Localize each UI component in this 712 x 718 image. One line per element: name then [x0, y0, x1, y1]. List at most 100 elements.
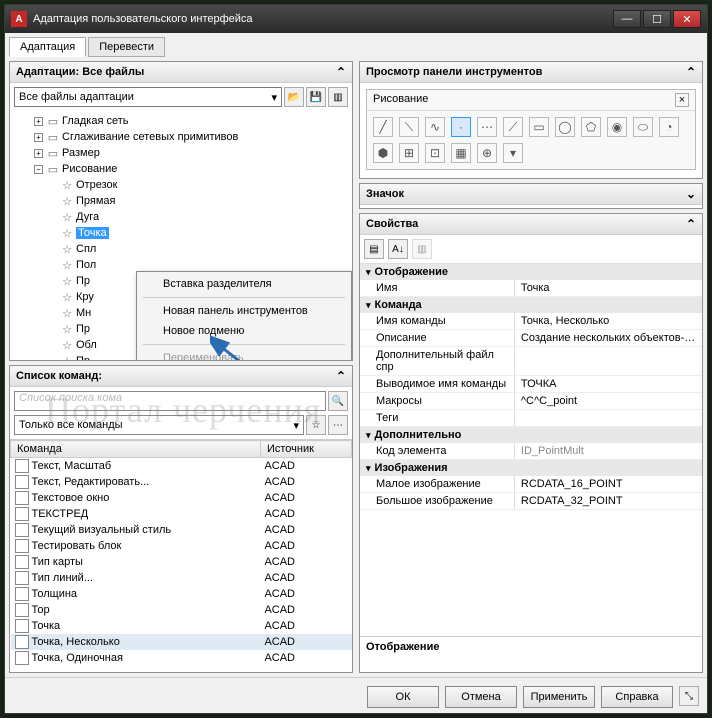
prop-category-images[interactable]: ▾Изображения — [360, 460, 702, 476]
tree-item[interactable]: Прямая — [76, 195, 116, 207]
tree-item[interactable]: Пр — [76, 355, 90, 360]
command-row[interactable]: ТЕКСТРЕДACAD — [11, 506, 352, 522]
categorized-button[interactable]: ▤ — [364, 239, 384, 259]
tool-icon[interactable]: ∿ — [425, 117, 445, 137]
prop-value[interactable] — [514, 347, 702, 375]
tree-item[interactable]: Отрезок — [76, 179, 117, 191]
tool-icon[interactable]: ⟍ — [399, 117, 419, 137]
prop-value[interactable]: RCDATA_32_POINT — [514, 493, 702, 509]
tool-icon[interactable]: ╱ — [373, 117, 393, 137]
minimize-button[interactable]: — — [613, 10, 641, 28]
close-button[interactable]: ✕ — [673, 10, 701, 28]
menu-new-submenu[interactable]: Новое подменю — [139, 321, 349, 341]
tool-icon[interactable]: ◯ — [555, 117, 575, 137]
command-row[interactable]: Тип линий...ACAD — [11, 570, 352, 586]
menu-new-toolbar[interactable]: Новая панель инструментов — [139, 301, 349, 321]
collapse-icon[interactable]: − — [34, 165, 43, 174]
command-table[interactable]: Команда Источник Текст, МасштабACADТекст… — [10, 439, 352, 672]
tree-item[interactable]: Дуга — [76, 211, 99, 223]
tool-icon[interactable]: ⊕ — [477, 143, 497, 163]
tool-icon[interactable]: ▭ — [529, 117, 549, 137]
prop-category-command[interactable]: ▾Команда — [360, 297, 702, 313]
tree-item[interactable]: Мн — [76, 307, 91, 319]
tree-item[interactable]: Кру — [76, 291, 94, 303]
prop-value[interactable]: Точка, Несколько — [514, 313, 702, 329]
command-row[interactable]: ТорACAD — [11, 602, 352, 618]
prop-name-value[interactable]: Точка — [514, 280, 702, 296]
alphabetical-button[interactable]: A↓ — [388, 239, 408, 259]
tree-item[interactable]: Пр — [76, 323, 90, 335]
ok-button[interactable]: ОК — [367, 686, 439, 708]
tool-icon-selected[interactable]: · — [451, 117, 471, 137]
save-button[interactable]: ▥ — [328, 87, 348, 107]
expand-icon[interactable]: + — [34, 149, 43, 158]
new-command-button[interactable]: ☆ — [306, 415, 326, 435]
tree-node[interactable]: Сглаживание сетевых примитивов — [62, 131, 238, 143]
command-row[interactable]: Точка, НесколькоACAD — [11, 634, 352, 650]
prop-category-display[interactable]: ▾Отображение — [360, 264, 702, 280]
collapse-icon[interactable]: ⌃ — [686, 65, 696, 79]
save-all-button[interactable]: 💾 — [306, 87, 326, 107]
tab-adaptation[interactable]: Адаптация — [9, 37, 86, 57]
more-button[interactable]: ⋯ — [328, 415, 348, 435]
help-button[interactable]: Справка — [601, 686, 673, 708]
command-row[interactable]: Текстовое окноACAD — [11, 490, 352, 506]
tab-translate[interactable]: Перевести — [88, 37, 165, 57]
command-row[interactable]: Текст, МасштабACAD — [11, 458, 352, 475]
prop-category-more[interactable]: ▾Дополнительно — [360, 427, 702, 443]
search-button[interactable]: 🔍 — [328, 391, 348, 411]
tree-node[interactable]: Гладкая сеть — [62, 115, 129, 127]
prop-value[interactable] — [514, 410, 702, 426]
menu-insert-separator[interactable]: Вставка разделителя — [139, 274, 349, 294]
collapse-icon[interactable]: ⌃ — [686, 217, 696, 231]
tree-node[interactable]: Размер — [62, 147, 100, 159]
filter-dropdown[interactable]: Только все команды ▾ — [14, 415, 304, 435]
command-row[interactable]: ТочкаACAD — [11, 618, 352, 634]
command-row[interactable]: Тип картыACAD — [11, 554, 352, 570]
prop-value[interactable]: ^C^C_point — [514, 393, 702, 409]
apply-button[interactable]: Применить — [523, 686, 595, 708]
tool-icon[interactable]: ⋯ — [477, 117, 497, 137]
tree-node[interactable]: Рисование — [62, 163, 117, 175]
command-row[interactable]: Текст, Редактировать...ACAD — [11, 474, 352, 490]
tool-icon[interactable]: ◉ — [607, 117, 627, 137]
tree-item[interactable]: Обл — [76, 339, 97, 351]
tool-icon[interactable]: ▾ — [503, 143, 523, 163]
tool-icon[interactable]: ⊡ — [425, 143, 445, 163]
col-source[interactable]: Источник — [260, 441, 351, 458]
open-file-button[interactable]: 📂 — [284, 87, 304, 107]
cancel-button[interactable]: Отмена — [445, 686, 517, 708]
tree-item[interactable]: Пр — [76, 275, 90, 287]
maximize-button[interactable]: ☐ — [643, 10, 671, 28]
prop-value[interactable]: Создание нескольких объектов-точ — [514, 330, 702, 346]
icon-panel: Значок ⌄ — [359, 183, 703, 209]
expand-icon[interactable]: + — [34, 117, 43, 126]
expand-icon[interactable]: + — [34, 133, 43, 142]
tool-icon[interactable]: ⬭ — [633, 117, 653, 137]
tool-icon[interactable]: ⟋ — [503, 117, 523, 137]
expand-icon[interactable]: ⌄ — [686, 187, 696, 201]
col-command[interactable]: Команда — [11, 441, 261, 458]
collapse-icon[interactable]: ⌃ — [336, 369, 346, 383]
search-input[interactable]: Список поиска кома — [14, 391, 326, 411]
command-row[interactable]: ТолщинаACAD — [11, 586, 352, 602]
tool-icon[interactable]: ⊞ — [399, 143, 419, 163]
tree-item-selected[interactable]: Точка — [76, 227, 109, 239]
collapse-icon[interactable]: ⌃ — [336, 65, 346, 79]
tool-icon[interactable]: ⬢ — [373, 143, 393, 163]
tool-icon[interactable]: ⬠ — [581, 117, 601, 137]
prop-value[interactable]: RCDATA_16_POINT — [514, 476, 702, 492]
tool-icon[interactable]: ◔ — [659, 117, 679, 137]
preview-close-icon[interactable]: × — [675, 93, 689, 107]
prop-value[interactable]: ТОЧКА — [514, 376, 702, 392]
titlebar[interactable]: A Адаптация пользовательского интерфейса… — [5, 5, 707, 33]
command-row[interactable]: Текущий визуальный стильACAD — [11, 522, 352, 538]
tool-icon[interactable]: ▦ — [451, 143, 471, 163]
tree-item[interactable]: Пол — [76, 259, 96, 271]
command-row[interactable]: Тестировать блокACAD — [11, 538, 352, 554]
tree-item[interactable]: Спл — [76, 243, 96, 255]
customization-tree[interactable]: +▭Гладкая сеть +▭Сглаживание сетевых при… — [10, 111, 352, 360]
expand-dialog-button[interactable]: ⤡ — [679, 686, 699, 706]
command-row[interactable]: Точка, ОдиночнаяACAD — [11, 650, 352, 666]
adaptation-files-dropdown[interactable]: Все файлы адаптации ▾ — [14, 87, 282, 107]
